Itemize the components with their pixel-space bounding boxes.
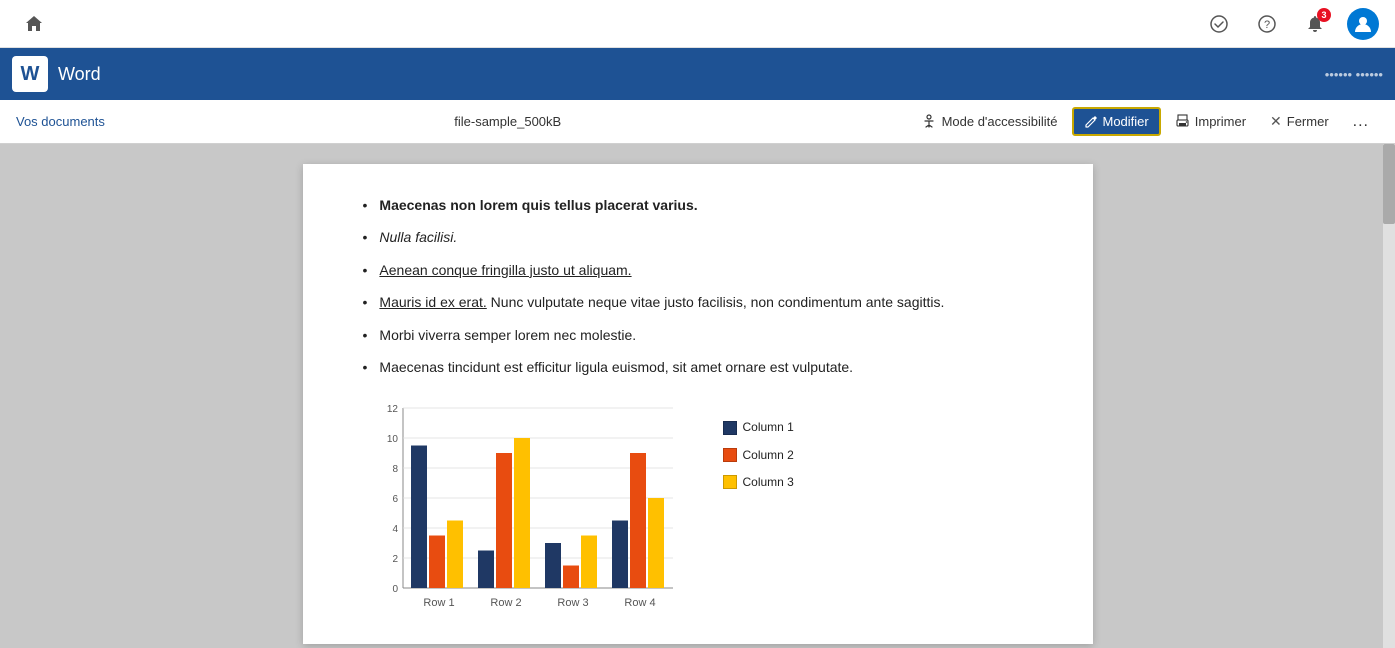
word-logo: W Word (12, 56, 101, 92)
document-page: Maecenas non lorem quis tellus placerat … (303, 164, 1093, 644)
modifier-label: Modifier (1103, 114, 1149, 129)
svg-text:?: ? (1264, 19, 1270, 31)
svg-text:10: 10 (386, 434, 398, 445)
list-item: Mauris id ex erat. Nunc vulputate neque … (363, 291, 1033, 313)
list-item: Morbi viverra semper lorem nec molestie. (363, 324, 1033, 346)
svg-text:Row 3: Row 3 (557, 597, 588, 609)
legend-item-col3: Column 3 (723, 473, 794, 492)
help-button[interactable]: ? (1251, 8, 1283, 40)
legend-item-col1: Column 1 (723, 418, 794, 437)
svg-text:12: 12 (386, 404, 398, 415)
notification-button[interactable]: 3 (1299, 8, 1331, 40)
accessibility-button[interactable]: Mode d'accessibilité (911, 109, 1068, 135)
modifier-button[interactable]: Modifier (1072, 107, 1161, 136)
svg-text:8: 8 (392, 464, 398, 475)
scrollbar-thumb[interactable] (1383, 144, 1395, 224)
svg-text:4: 4 (392, 524, 398, 535)
chart-container: 12 10 8 6 4 2 0 (363, 398, 1033, 618)
your-documents-link[interactable]: Vos documents (16, 114, 105, 129)
list-item: Nulla facilisi. (363, 226, 1033, 248)
legend-color-col1 (723, 421, 737, 435)
legend-item-col2: Column 2 (723, 446, 794, 465)
svg-text:Row 1: Row 1 (423, 597, 454, 609)
chart-area: 12 10 8 6 4 2 0 (363, 398, 703, 618)
word-icon: W (12, 56, 48, 92)
avatar[interactable] (1347, 8, 1379, 40)
list-item: Maecenas non lorem quis tellus placerat … (363, 194, 1033, 216)
close-label: Fermer (1287, 114, 1329, 129)
list-item: Aenean conque fringilla justo ut aliquam… (363, 259, 1033, 281)
user-name: •••••• •••••• (1325, 67, 1383, 82)
system-bar-right: ? 3 (1203, 8, 1379, 40)
print-label: Imprimer (1195, 114, 1246, 129)
bar-chart-svg: 12 10 8 6 4 2 0 (363, 398, 703, 618)
legend-color-col2 (723, 448, 737, 462)
system-bar-left (16, 6, 52, 42)
chart-legend: Column 1 Column 2 Column 3 (723, 398, 794, 492)
close-button[interactable]: ✕ Fermer (1260, 108, 1339, 135)
accessibility-label: Mode d'accessibilité (942, 114, 1058, 129)
notification-count: 3 (1317, 8, 1331, 22)
more-dots-icon: ... (1353, 113, 1369, 131)
svg-text:2: 2 (392, 554, 398, 565)
toolbar-actions: Mode d'accessibilité Modifier Imprimer ✕… (911, 107, 1379, 136)
svg-text:Row 2: Row 2 (490, 597, 521, 609)
svg-text:6: 6 (392, 494, 398, 505)
legend-label-col3: Column 3 (743, 473, 794, 492)
svg-text:0: 0 (392, 584, 398, 595)
legend-label-col2: Column 2 (743, 446, 794, 465)
toolbar: Vos documents file-sample_500kB Mode d'a… (0, 100, 1395, 144)
legend-label-col1: Column 1 (743, 418, 794, 437)
app-bar: W Word •••••• •••••• (0, 48, 1395, 100)
bullet-list: Maecenas non lorem quis tellus placerat … (363, 194, 1033, 378)
check-status-button[interactable] (1203, 8, 1235, 40)
home-button[interactable] (16, 6, 52, 42)
close-x-icon: ✕ (1270, 113, 1282, 130)
document-area: Maecenas non lorem quis tellus placerat … (0, 144, 1395, 648)
scrollbar-track[interactable] (1383, 144, 1395, 648)
app-title: Word (58, 64, 101, 85)
print-button[interactable]: Imprimer (1165, 109, 1256, 134)
system-bar: ? 3 (0, 0, 1395, 48)
file-name: file-sample_500kB (454, 114, 561, 129)
document-content: Maecenas non lorem quis tellus placerat … (363, 194, 1033, 618)
more-button[interactable]: ... (1343, 108, 1379, 136)
svg-text:Row 4: Row 4 (624, 597, 655, 609)
list-item: Maecenas tincidunt est efficitur ligula … (363, 356, 1033, 378)
legend-color-col3 (723, 475, 737, 489)
